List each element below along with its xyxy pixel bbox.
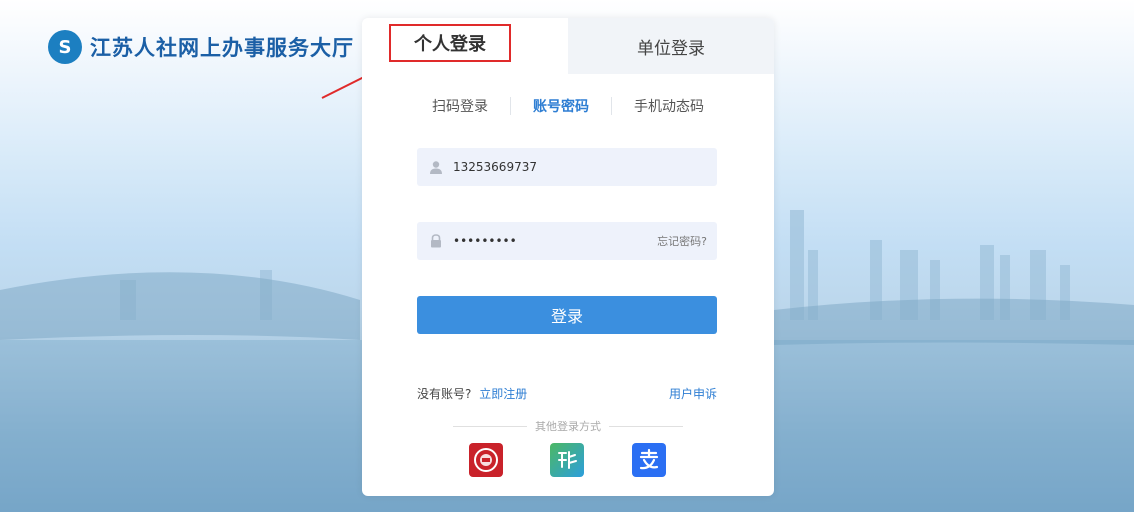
su-glyph-icon [558,451,577,469]
su-service-app-icon[interactable] [550,443,584,477]
third-party-login-icons [362,443,774,481]
login-type-tabs: 个人登录 单位登录 [362,18,774,74]
alipay-glyph-icon [639,448,659,470]
divider [609,425,683,427]
login-button-label: 登录 [550,307,583,326]
password-field[interactable]: ••••••••• 忘记密码? [417,222,717,260]
tab-personal-label: 个人登录 [414,34,486,55]
divider [453,425,527,427]
user-appeal-link[interactable]: 用户申诉 [669,385,717,402]
login-method-tabs: 扫码登录 账号密码 手机动态码 [362,93,774,119]
highlight-box: 个人登录 [389,24,511,62]
lock-icon [431,234,441,248]
brand-logo-icon: S [48,30,82,64]
user-icon [430,161,442,174]
social-security-app-icon[interactable] [469,443,503,477]
subtab-sms-login[interactable]: 手机动态码 [612,96,726,116]
forgot-password-link[interactable]: 忘记密码? [657,233,707,249]
badge-icon [474,448,498,472]
alipay-icon[interactable] [632,443,666,477]
login-button[interactable]: 登录 [417,296,717,334]
password-value: ••••••••• [453,234,517,248]
username-field[interactable]: 13253669737 [417,148,717,186]
tab-unit-label: 单位登录 [637,38,705,59]
register-prompt: 没有账号? [417,387,472,401]
login-panel: 个人登录 单位登录 扫码登录 账号密码 手机动态码 13253669737 ••… [362,18,774,496]
username-value: 13253669737 [453,160,537,174]
other-login-label: 其他登录方式 [535,420,601,433]
tab-personal-login[interactable]: 个人登录 [362,18,568,74]
subtab-qr-login[interactable]: 扫码登录 [410,96,510,116]
subtab-password-login[interactable]: 账号密码 [511,96,611,116]
brand: S 江苏人社网上办事服务大厅 [48,30,354,64]
tab-unit-login[interactable]: 单位登录 [568,18,774,74]
register-link[interactable]: 立即注册 [479,387,527,401]
register-row: 没有账号? 立即注册 用户申诉 [417,385,717,402]
brand-title: 江苏人社网上办事服务大厅 [90,35,354,60]
other-login-methods-title: 其他登录方式 [362,418,774,434]
